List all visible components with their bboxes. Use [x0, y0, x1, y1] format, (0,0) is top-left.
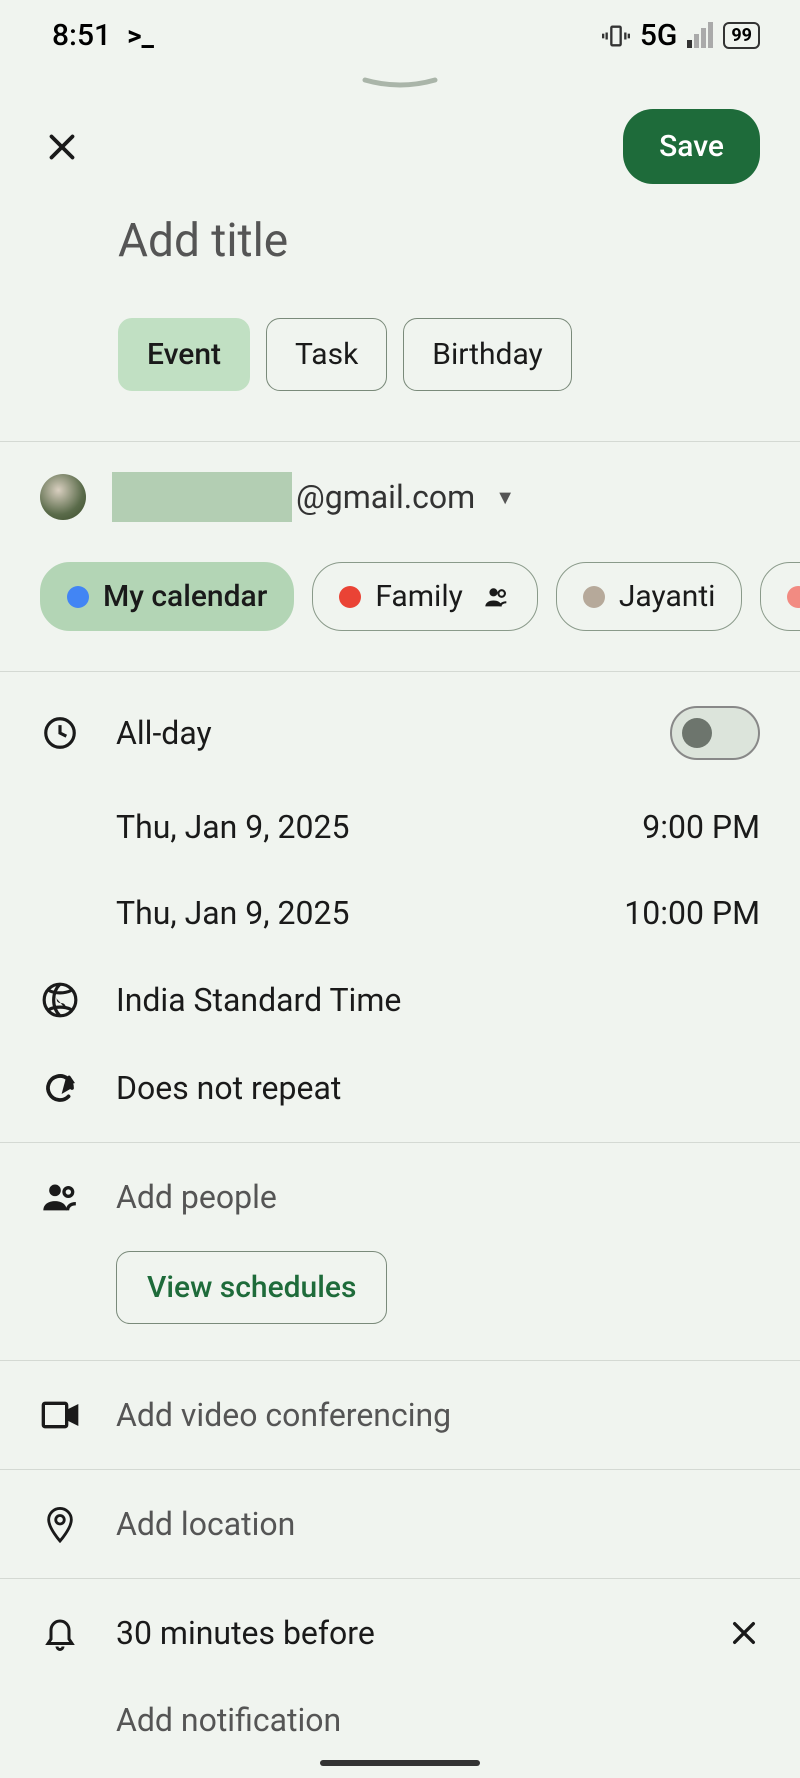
location-icon: [40, 1504, 80, 1544]
avatar: [40, 474, 86, 520]
calendar-chip-label: My calendar: [103, 579, 267, 614]
title-input[interactable]: [118, 214, 760, 268]
vibrate-icon: [602, 22, 630, 50]
repeat-icon: [40, 1068, 80, 1108]
calendar-color-dot: [787, 586, 800, 608]
start-date[interactable]: Thu, Jan 9, 2025: [116, 808, 349, 846]
clock-icon: [40, 713, 80, 753]
timezone-row[interactable]: India Standard Time: [0, 956, 800, 1044]
remove-notification-icon[interactable]: [728, 1617, 760, 1649]
video-label: Add video conferencing: [116, 1396, 760, 1434]
start-datetime-row: Thu, Jan 9, 2025 9:00 PM: [0, 784, 800, 870]
video-conferencing-row[interactable]: Add video conferencing: [0, 1361, 800, 1469]
end-date[interactable]: Thu, Jan 9, 2025: [116, 894, 349, 932]
type-chip-birthday[interactable]: Birthday: [403, 318, 571, 391]
notification-row[interactable]: 30 minutes before: [0, 1579, 800, 1677]
add-people-label: Add people: [116, 1178, 760, 1216]
calendar-color-dot: [67, 586, 89, 608]
save-button[interactable]: Save: [623, 109, 760, 184]
calendar-chip-label: Jayanti: [619, 579, 716, 614]
home-indicator[interactable]: [320, 1760, 480, 1766]
email-domain: @gmail.com: [296, 478, 475, 516]
terminal-icon: >_: [127, 19, 154, 52]
email-redacted: [112, 472, 292, 522]
video-icon: [40, 1395, 80, 1435]
calendar-chip-family[interactable]: Family: [312, 562, 538, 631]
end-datetime-row: Thu, Jan 9, 2025 10:00 PM: [0, 870, 800, 956]
shared-icon: [483, 583, 511, 611]
repeat-row[interactable]: Does not repeat: [0, 1044, 800, 1142]
view-schedules-button[interactable]: View schedules: [116, 1251, 387, 1324]
close-icon[interactable]: [40, 125, 84, 169]
people-icon: [40, 1177, 80, 1217]
account-selector[interactable]: @gmail.com ▼: [0, 442, 800, 546]
allday-label: All-day: [116, 714, 634, 752]
timezone-label: India Standard Time: [116, 981, 760, 1019]
location-row[interactable]: Add location: [0, 1470, 800, 1578]
signal-icon: [687, 24, 713, 48]
calendar-chip-jayanti[interactable]: Jayanti: [556, 562, 743, 631]
globe-icon: [40, 980, 80, 1020]
top-bar: Save: [0, 99, 800, 194]
calendar-chip-label: Family: [375, 579, 463, 614]
calendar-chips: My calendar Family Jayanti My D: [0, 546, 800, 671]
add-people-row[interactable]: Add people: [0, 1143, 800, 1241]
add-notification-row[interactable]: Add notification: [0, 1677, 800, 1763]
bell-icon: [40, 1613, 80, 1653]
calendar-chip-my-calendar[interactable]: My calendar: [40, 562, 294, 631]
type-chip-task[interactable]: Task: [266, 318, 387, 391]
chevron-down-icon: ▼: [495, 485, 515, 510]
event-type-chips: Event Task Birthday: [0, 298, 800, 441]
status-bar: 8:51 >_ 5G 99: [0, 0, 800, 71]
allday-row: All-day: [0, 672, 800, 784]
battery-icon: 99: [723, 22, 760, 49]
sheet-grabber[interactable]: [0, 77, 800, 91]
allday-toggle[interactable]: [670, 706, 760, 760]
status-network: 5G: [640, 18, 678, 53]
status-time: 8:51: [52, 18, 111, 53]
type-chip-event[interactable]: Event: [118, 318, 250, 391]
location-label: Add location: [116, 1505, 760, 1543]
end-time[interactable]: 10:00 PM: [624, 894, 760, 932]
calendar-color-dot: [583, 586, 605, 608]
repeat-label: Does not repeat: [116, 1069, 760, 1107]
notification-label: 30 minutes before: [116, 1614, 692, 1652]
start-time[interactable]: 9:00 PM: [642, 808, 760, 846]
calendar-chip-partial[interactable]: My D: [760, 562, 800, 631]
calendar-color-dot: [339, 586, 361, 608]
